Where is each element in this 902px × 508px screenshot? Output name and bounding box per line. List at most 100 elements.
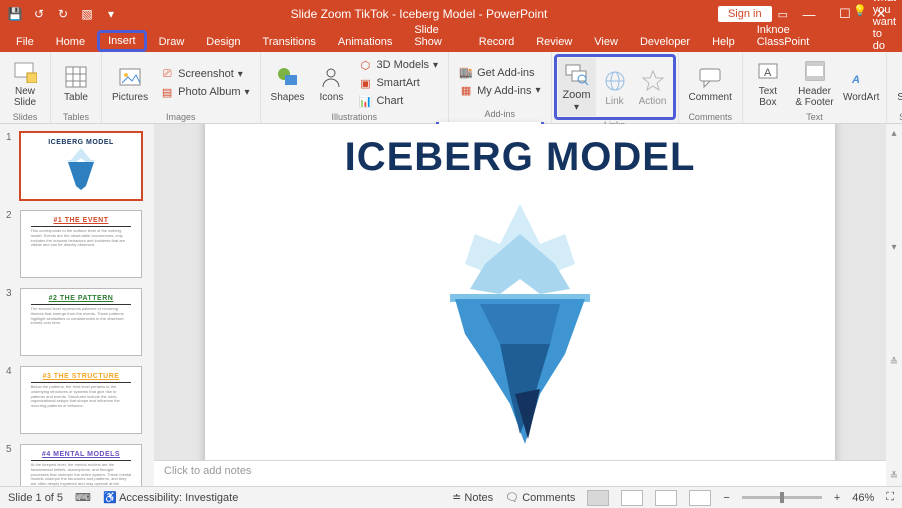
ribbon-options-icon[interactable]: ▭: [778, 8, 788, 21]
group-links: Zoom▾ Link Action Links: [552, 52, 679, 123]
thumb-4[interactable]: #3 THE STRUCTURE Below the patterns, the…: [20, 366, 142, 434]
tab-animations[interactable]: Animations: [328, 32, 402, 52]
tab-developer[interactable]: Developer: [630, 32, 700, 52]
vertical-scrollbar[interactable]: ▴ ▾ ≙ ≚: [886, 124, 902, 486]
symbols-button[interactable]: Ω Symbols: [893, 54, 902, 112]
group-tables: Table Tables: [51, 52, 102, 123]
thumb-2[interactable]: #1 THE EVENT This corresponds to the sur…: [20, 210, 142, 278]
svg-text:A: A: [764, 67, 772, 79]
tab-slideshow[interactable]: Slide Show: [404, 20, 466, 52]
screenshot-button[interactable]: ⎚Screenshot ▾: [156, 66, 253, 82]
normal-view-button[interactable]: [587, 490, 609, 506]
shapes-icon: [274, 64, 300, 90]
group-images: Pictures ⎚Screenshot ▾ ▤Photo Album ▾ Im…: [102, 52, 261, 123]
slide-thumbnails[interactable]: 1 ICEBERG MODEL 2 #1 THE EVENT This corr…: [0, 124, 154, 486]
tab-review[interactable]: Review: [526, 32, 582, 52]
link-icon: [602, 68, 628, 94]
iceberg-image: [390, 194, 650, 454]
chart-icon: 📊: [358, 94, 372, 108]
screenshot-icon: ⎚: [160, 67, 174, 81]
smartart-button[interactable]: ▣SmartArt: [354, 75, 442, 91]
photo-album-button[interactable]: ▤Photo Album ▾: [156, 84, 253, 100]
thumb-3[interactable]: #2 THE PATTERN The second level represen…: [20, 288, 142, 356]
tab-record[interactable]: Record: [469, 32, 524, 52]
zoom-highlight: Zoom▾ Link Action: [554, 54, 676, 120]
tab-home[interactable]: Home: [46, 32, 95, 52]
tab-design[interactable]: Design: [196, 32, 250, 52]
thumb-1[interactable]: ICEBERG MODEL: [20, 132, 142, 200]
ribbon-tabs: File Home Insert Draw Design Transitions…: [0, 28, 902, 52]
comment-icon: [697, 64, 723, 90]
fit-to-window-button[interactable]: ⛶: [886, 491, 894, 504]
workspace: 1 ICEBERG MODEL 2 #1 THE EVENT This corr…: [0, 124, 902, 486]
cube-icon: ⬡: [358, 58, 372, 72]
action-button[interactable]: Action: [634, 58, 672, 116]
language-icon[interactable]: ⌨: [75, 491, 91, 504]
tab-draw[interactable]: Draw: [149, 32, 195, 52]
photo-album-icon: ▤: [160, 85, 174, 99]
window-title: Slide Zoom TikTok - Iceberg Model - Powe…: [120, 7, 718, 21]
chart-button[interactable]: 📊Chart: [354, 93, 442, 109]
table-button[interactable]: Table: [57, 54, 95, 112]
store-icon: 🏬: [459, 66, 473, 80]
lightbulb-icon: 💡: [853, 4, 867, 17]
notes-pane[interactable]: Click to add notes: [154, 460, 886, 486]
zoom-in-button[interactable]: +: [834, 492, 840, 504]
action-icon: [640, 68, 666, 94]
my-addins-button[interactable]: ▦My Add-ins ▾: [455, 83, 544, 99]
notes-toggle[interactable]: ≐ Notes: [452, 491, 493, 504]
start-slideshow-icon[interactable]: ▧: [78, 5, 96, 23]
text-box-button[interactable]: A Text Box: [749, 54, 787, 112]
tab-view[interactable]: View: [584, 32, 628, 52]
zoom-slider[interactable]: [742, 496, 822, 499]
zoom-out-button[interactable]: −: [723, 492, 729, 504]
tab-transitions[interactable]: Transitions: [253, 32, 326, 52]
tab-classpoint[interactable]: Inknoe ClassPoint: [747, 20, 835, 52]
header-footer-button[interactable]: Header & Footer: [791, 54, 838, 112]
slide-title: ICEBERG MODEL: [345, 135, 696, 180]
new-slide-icon: [12, 58, 38, 84]
scroll-up-icon[interactable]: ▴: [891, 128, 896, 139]
get-addins-button[interactable]: 🏬Get Add-ins: [455, 65, 544, 81]
icons-button[interactable]: Icons: [312, 54, 350, 112]
link-button[interactable]: Link: [596, 58, 634, 116]
zoom-button[interactable]: Zoom▾: [558, 58, 596, 116]
group-illustrations: Shapes Icons ⬡3D Models ▾ ▣SmartArt 📊Cha…: [261, 52, 450, 123]
slide: ICEBERG MODEL: [205, 124, 835, 460]
qat-more-icon[interactable]: ▾: [102, 5, 120, 23]
save-icon[interactable]: 💾: [6, 5, 24, 23]
smartart-icon: ▣: [358, 76, 372, 90]
scroll-down-icon[interactable]: ▾: [891, 242, 896, 253]
tab-insert[interactable]: Insert: [97, 30, 147, 52]
3d-models-button[interactable]: ⬡3D Models ▾: [354, 57, 442, 73]
comments-toggle[interactable]: 🗨 Comments: [505, 491, 575, 504]
next-slide-icon[interactable]: ≚: [890, 471, 898, 482]
redo-icon[interactable]: ↻: [54, 5, 72, 23]
tab-help[interactable]: Help: [702, 32, 745, 52]
wordart-button[interactable]: A WordArt: [842, 54, 880, 112]
ribbon: New Slide Slides Table Tables Pictures ⎚…: [0, 52, 902, 124]
comment-button[interactable]: Comment: [685, 54, 736, 112]
quick-access-toolbar: 💾 ↺ ↻ ▧ ▾: [6, 5, 120, 23]
pictures-button[interactable]: Pictures: [108, 54, 152, 112]
tell-me[interactable]: 💡 Tell me what you want to do: [837, 0, 896, 52]
slide-area[interactable]: ICEBERG MODEL: [154, 124, 886, 460]
tab-file[interactable]: File: [6, 32, 44, 52]
accessibility-status[interactable]: ♿ Accessibility: Investigate: [103, 491, 238, 504]
slide-counter: Slide 1 of 5: [8, 492, 63, 504]
table-icon: [63, 64, 89, 90]
shapes-button[interactable]: Shapes: [267, 54, 309, 112]
text-box-icon: A: [755, 58, 781, 84]
group-comments: Comment Comments: [679, 52, 743, 123]
prev-slide-icon[interactable]: ≙: [890, 357, 898, 368]
iceberg-thumb-icon: [56, 146, 106, 190]
zoom-level[interactable]: 46%: [852, 492, 874, 504]
undo-icon[interactable]: ↺: [30, 5, 48, 23]
slide-sorter-button[interactable]: [621, 490, 643, 506]
new-slide-button[interactable]: New Slide: [6, 54, 44, 112]
slideshow-view-button[interactable]: [689, 490, 711, 506]
reading-view-button[interactable]: [655, 490, 677, 506]
thumb-5[interactable]: #4 MENTAL MODELS At the deepest level, t…: [20, 444, 142, 486]
slide-canvas-area: ICEBERG MODEL Click to add notes: [154, 124, 886, 486]
status-bar: Slide 1 of 5 ⌨ ♿ Accessibility: Investig…: [0, 486, 902, 508]
